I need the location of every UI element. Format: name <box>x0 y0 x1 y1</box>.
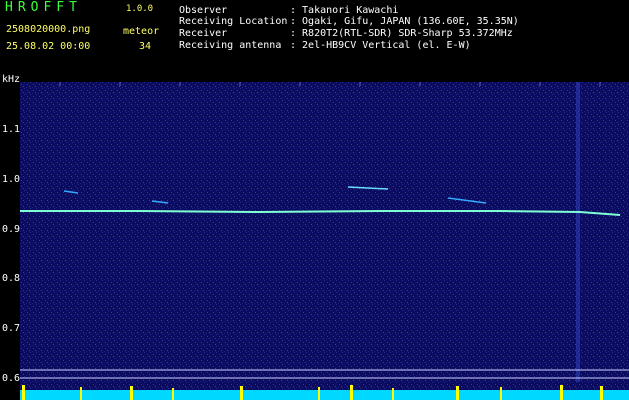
y-unit-label: kHz <box>2 74 21 85</box>
spectrogram-background <box>20 82 629 400</box>
meteor-label: meteor <box>123 26 160 37</box>
y-tick-label: 0.8 <box>2 273 21 284</box>
interference-column <box>576 82 580 382</box>
y-tick-label: 0.7 <box>2 323 21 334</box>
info-receiver-key: Receiver <box>179 28 228 39</box>
info-antenna-key: Receiving antenna <box>179 40 282 51</box>
file-name: 2508020000.png <box>6 24 91 35</box>
info-observer-key: Observer <box>179 5 228 16</box>
app-version: 1.0.0 <box>126 4 154 14</box>
info-observer-value: : Takanori Kawachi <box>290 5 399 16</box>
spectrogram-plot <box>20 82 629 400</box>
y-tick-label: 1.1 <box>2 124 21 135</box>
y-tick-label: 1.0 <box>2 174 21 185</box>
datetime: 25.08.02 00:00 <box>6 41 91 52</box>
y-tick-label: 0.9 <box>2 224 21 235</box>
meteor-count: 34 <box>139 41 152 52</box>
info-location-value: : Ogaki, Gifu, JAPAN (136.60E, 35.35N) <box>290 16 519 27</box>
app-brand: HROFFT <box>5 0 82 15</box>
y-tick-label: 0.6 <box>2 373 21 384</box>
signal-level-bar <box>20 390 629 400</box>
info-receiver-value: : R820T2(RTL-SDR) SDR-Sharp 53.372MHz <box>290 28 513 39</box>
info-antenna-value: : 2el-HB9CV Vertical (el. E-W) <box>290 40 471 51</box>
info-location-key: Receiving Location <box>179 16 288 27</box>
